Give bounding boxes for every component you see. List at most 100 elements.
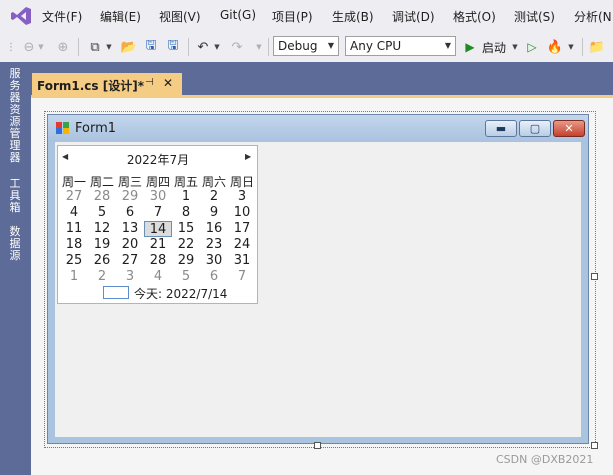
hot-reload-icon[interactable]: 🔥 bbox=[546, 38, 564, 56]
redo-icon[interactable]: ↷ bbox=[228, 38, 246, 56]
start-play-icon[interactable]: ▶ bbox=[463, 38, 477, 56]
calendar-day[interactable]: 31 bbox=[228, 253, 256, 269]
undo-dropdown-icon[interactable]: ▼ bbox=[212, 38, 222, 56]
calendar-day[interactable]: 20 bbox=[116, 237, 144, 253]
calendar-day[interactable]: 11 bbox=[60, 221, 88, 237]
menu-git[interactable]: Git(G) bbox=[220, 8, 256, 22]
undo-icon[interactable]: ↶ bbox=[194, 38, 212, 56]
start-without-debugging-icon[interactable]: ▷ bbox=[524, 38, 540, 56]
menu-analyze[interactable]: 分析(N bbox=[574, 8, 612, 25]
menu-build[interactable]: 生成(B) bbox=[332, 8, 374, 25]
maximize-button[interactable]: ▢ bbox=[519, 120, 551, 137]
tab-label: Form1.cs [设计]* bbox=[37, 79, 144, 93]
menu-view[interactable]: 视图(V) bbox=[159, 8, 201, 25]
document-tab-strip: Form1.cs [设计]* ⊣ ✕ bbox=[31, 62, 613, 96]
chevron-down-icon: ▼ bbox=[444, 41, 451, 50]
pin-tab-icon[interactable]: ⊣ bbox=[145, 77, 154, 88]
menu-bar: 文件(F) 编辑(E) 视图(V) Git(G) 项目(P) 生成(B) 调试(… bbox=[0, 0, 613, 32]
menu-debug[interactable]: 调试(D) bbox=[392, 8, 435, 25]
calendar-day[interactable]: 4 bbox=[60, 205, 88, 221]
calendar-day[interactable]: 29 bbox=[116, 189, 144, 205]
solution-explorer-folder-icon[interactable]: 📁 bbox=[588, 38, 606, 56]
calendar-day[interactable]: 15 bbox=[172, 221, 200, 237]
calendar-day[interactable]: 3 bbox=[116, 269, 144, 285]
toolbar-separator bbox=[78, 38, 79, 56]
calendar-day[interactable]: 27 bbox=[116, 253, 144, 269]
toolbar-grip-icon[interactable]: ⋮ bbox=[6, 38, 16, 56]
menu-project[interactable]: 项目(P) bbox=[272, 8, 313, 25]
minimize-button[interactable]: ▬ bbox=[485, 120, 517, 137]
calendar-day[interactable]: 18 bbox=[60, 237, 88, 253]
calendar-day[interactable]: 2 bbox=[88, 269, 116, 285]
resize-grip-bottom-right[interactable] bbox=[591, 442, 598, 449]
open-folder-icon[interactable]: 📂 bbox=[120, 38, 138, 56]
calendar-day[interactable]: 27 bbox=[60, 189, 88, 205]
calendar-day[interactable]: 12 bbox=[88, 221, 116, 237]
calendar-day[interactable]: 30 bbox=[144, 189, 172, 205]
form-close-button[interactable]: ✕ bbox=[553, 120, 585, 137]
calendar-day[interactable]: 21 bbox=[144, 237, 172, 253]
calendar-day[interactable]: 17 bbox=[228, 221, 256, 237]
calendar-day[interactable]: 5 bbox=[88, 205, 116, 221]
save-icon[interactable]: 🖫 bbox=[142, 38, 160, 56]
calendar-day[interactable]: 25 bbox=[60, 253, 88, 269]
tab-form1-designer[interactable]: Form1.cs [设计]* ⊣ ✕ bbox=[32, 73, 182, 96]
calendar-day[interactable]: 4 bbox=[144, 269, 172, 285]
calendar-day[interactable]: 1 bbox=[172, 189, 200, 205]
close-tab-icon[interactable]: ✕ bbox=[163, 76, 173, 90]
calendar-day[interactable]: 8 bbox=[172, 205, 200, 221]
resize-grip-bottom[interactable] bbox=[314, 442, 321, 449]
calendar-day[interactable]: 6 bbox=[116, 205, 144, 221]
month-calendar[interactable]: ◀ 2022年7月 ▶ 周一 周二 周三 周四 周五 周六 周日 27 28 29 30 1 2 3 4 5… bbox=[57, 145, 258, 304]
calendar-day[interactable]: 30 bbox=[200, 253, 228, 269]
calendar-day[interactable]: 28 bbox=[144, 253, 172, 269]
solution-platform-select[interactable]: Any CPU ▼ bbox=[345, 36, 456, 56]
calendar-day[interactable]: 13 bbox=[116, 221, 144, 237]
form1-window[interactable]: Form1 ▬ ▢ ✕ ◀ 2022年7月 ▶ 周一 周二 周三 周四 周五 周六 周日 2… bbox=[47, 114, 589, 444]
tab-toolbox[interactable]: 工具箱 bbox=[7, 178, 23, 214]
calendar-day[interactable]: 24 bbox=[228, 237, 256, 253]
calendar-day[interactable]: 9 bbox=[200, 205, 228, 221]
back-dropdown-icon[interactable]: ▼ bbox=[36, 38, 46, 56]
tab-server-explorer[interactable]: 服务器资源管理器 bbox=[7, 68, 23, 164]
menu-format[interactable]: 格式(O) bbox=[453, 8, 496, 25]
calendar-day[interactable]: 1 bbox=[60, 269, 88, 285]
calendar-day[interactable]: 3 bbox=[228, 189, 256, 205]
form-title-bar[interactable]: Form1 ▬ ▢ ✕ bbox=[48, 115, 588, 142]
calendar-day[interactable]: 5 bbox=[172, 269, 200, 285]
calendar-day[interactable]: 26 bbox=[88, 253, 116, 269]
menu-edit[interactable]: 编辑(E) bbox=[100, 8, 141, 25]
calendar-day-selected[interactable]: 14 bbox=[144, 221, 172, 237]
calendar-day[interactable]: 2 bbox=[200, 189, 228, 205]
calendar-day[interactable]: 29 bbox=[172, 253, 200, 269]
calendar-month-label[interactable]: 2022年7月 bbox=[58, 151, 258, 168]
calendar-day[interactable]: 16 bbox=[200, 221, 228, 237]
solution-configuration-select[interactable]: Debug ▼ bbox=[273, 36, 339, 56]
tab-data-sources[interactable]: 数据源 bbox=[7, 226, 23, 262]
new-item-icon[interactable]: ⧉ bbox=[86, 38, 104, 56]
menu-file[interactable]: 文件(F) bbox=[42, 8, 82, 25]
toolbar-separator bbox=[268, 38, 269, 56]
designer-surface[interactable]: Form1 ▬ ▢ ✕ ◀ 2022年7月 ▶ 周一 周二 周三 周四 周五 周六 周日 2… bbox=[31, 98, 613, 475]
redo-dropdown-icon[interactable]: ▼ bbox=[254, 38, 264, 56]
calendar-day[interactable]: 10 bbox=[228, 205, 256, 221]
navigate-forward-icon[interactable]: ⊕ bbox=[54, 38, 72, 56]
save-all-icon[interactable]: 🖫 bbox=[164, 38, 182, 56]
form-client-area[interactable]: ◀ 2022年7月 ▶ 周一 周二 周三 周四 周五 周六 周日 27 28 29 30 1 2 3 4 5… bbox=[55, 142, 581, 437]
menu-test[interactable]: 测试(S) bbox=[514, 8, 555, 25]
start-dropdown-icon[interactable]: ▼ bbox=[510, 38, 520, 56]
next-month-icon[interactable]: ▶ bbox=[245, 152, 251, 161]
new-item-dropdown-icon[interactable]: ▼ bbox=[104, 38, 114, 56]
visual-studio-logo-icon[interactable] bbox=[10, 6, 32, 26]
calendar-day[interactable]: 23 bbox=[200, 237, 228, 253]
calendar-day[interactable]: 28 bbox=[88, 189, 116, 205]
hot-reload-dropdown-icon[interactable]: ▼ bbox=[566, 38, 576, 56]
calendar-day[interactable]: 7 bbox=[228, 269, 256, 285]
calendar-day[interactable]: 7 bbox=[144, 205, 172, 221]
calendar-day[interactable]: 6 bbox=[200, 269, 228, 285]
calendar-day[interactable]: 22 bbox=[172, 237, 200, 253]
resize-grip-right[interactable] bbox=[591, 273, 598, 280]
start-label[interactable]: 启动 bbox=[480, 38, 508, 56]
today-link[interactable]: 今天: 2022/7/14 bbox=[134, 285, 227, 302]
calendar-day[interactable]: 19 bbox=[88, 237, 116, 253]
